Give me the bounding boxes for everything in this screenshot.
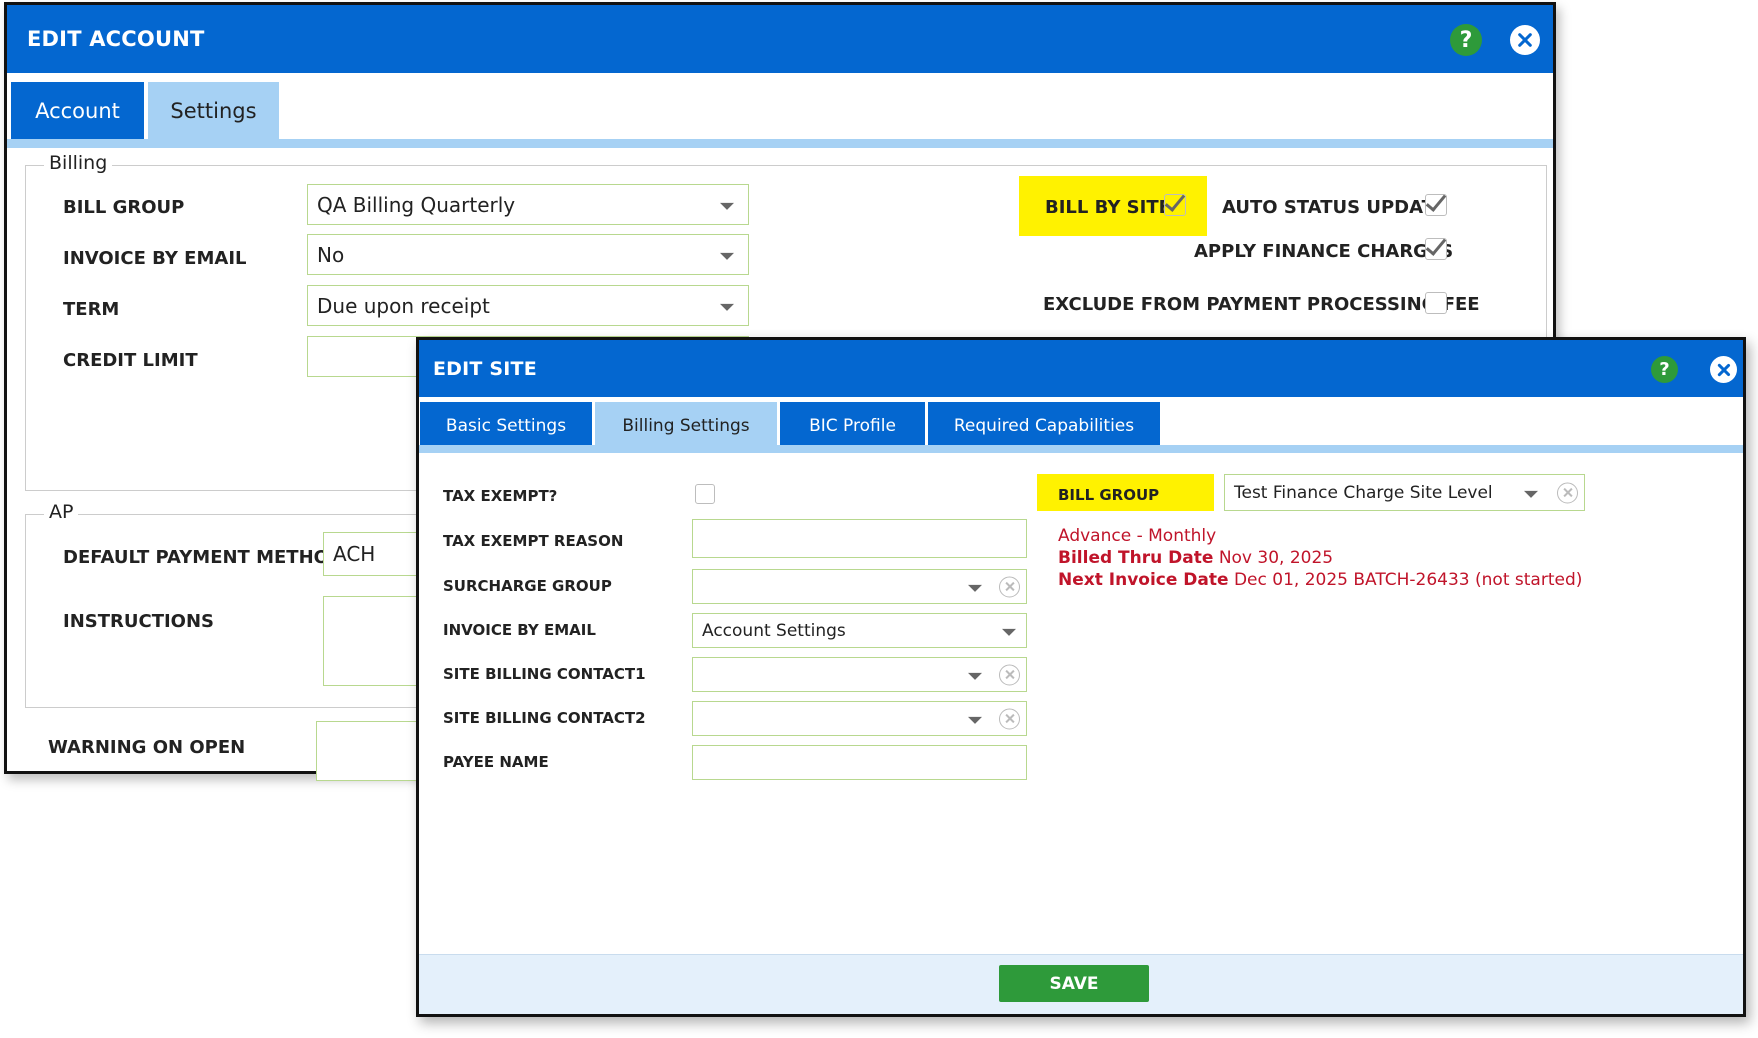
chevron-down-icon[interactable] xyxy=(968,672,982,680)
invoice-by-email-label: INVOICE BY EMAIL xyxy=(63,248,247,269)
checkmark-icon xyxy=(1425,234,1447,256)
tax-exempt-label: TAX EXEMPT? xyxy=(443,487,558,505)
chevron-down-icon[interactable] xyxy=(968,716,982,724)
next-invoice-line: Next Invoice Date Dec 01, 2025 BATCH-264… xyxy=(1058,570,1582,590)
invoice-by-email-select[interactable]: Account Settings xyxy=(692,613,1027,648)
payee-name-input[interactable] xyxy=(692,745,1027,780)
warning-on-open-label: WARNING ON OPEN xyxy=(48,737,246,758)
close-icon[interactable] xyxy=(1510,25,1540,55)
tab-required-capabilities-label: Required Capabilities xyxy=(953,416,1135,436)
edit-site-footer: SAVE xyxy=(419,954,1743,1014)
chevron-down-icon[interactable] xyxy=(720,303,734,311)
clear-icon[interactable] xyxy=(1557,482,1578,503)
invoice-by-email-label: INVOICE BY EMAIL xyxy=(443,621,596,639)
tab-account-label: Account xyxy=(35,98,120,123)
site-billing-contact1-label: SITE BILLING CONTACT1 xyxy=(443,665,646,683)
help-symbol: ? xyxy=(1659,359,1670,380)
auto-status-update-label: AUTO STATUS UPDATE xyxy=(1222,197,1447,218)
tab-basic-settings[interactable]: Basic Settings xyxy=(420,402,592,450)
ap-legend: AP xyxy=(44,501,79,523)
chevron-down-icon[interactable] xyxy=(1524,490,1538,498)
bill-by-site-checkbox[interactable] xyxy=(1164,190,1186,216)
tab-settings[interactable]: Settings xyxy=(148,82,279,139)
chevron-down-icon[interactable] xyxy=(720,252,734,260)
site-bill-group-select[interactable]: Test Finance Charge Site Level xyxy=(1224,474,1585,511)
tab-bic-profile-label: BIC Profile xyxy=(809,416,896,436)
billed-thru-value: Nov 30, 2025 xyxy=(1218,548,1334,568)
tax-exempt-reason-input[interactable] xyxy=(692,519,1027,558)
default-payment-method-value: ACH xyxy=(333,542,376,566)
chevron-down-icon[interactable] xyxy=(720,202,734,210)
invoice-by-email-value: No xyxy=(317,242,345,267)
clear-icon[interactable] xyxy=(999,708,1020,729)
tab-account[interactable]: Account xyxy=(11,82,144,139)
instructions-label: INSTRUCTIONS xyxy=(63,611,214,632)
checkmark-icon xyxy=(1164,190,1186,212)
surcharge-group-select[interactable] xyxy=(692,569,1027,604)
tax-exempt-checkbox[interactable] xyxy=(695,484,715,504)
edit-site-title: EDIT SITE xyxy=(433,357,537,380)
billing-legend: Billing xyxy=(44,152,113,174)
term-label: TERM xyxy=(63,299,120,320)
edit-account-title: EDIT ACCOUNT xyxy=(27,27,205,51)
bill-group-select[interactable]: QA Billing Quarterly xyxy=(307,184,749,225)
invoice-by-email-value: Account Settings xyxy=(702,620,846,641)
save-button[interactable]: SAVE xyxy=(999,965,1149,1002)
billing-cycle-text: Advance - Monthly xyxy=(1058,526,1217,546)
site-bill-group-label: BILL GROUP xyxy=(1058,486,1160,504)
edit-site-tabs: Basic Settings Billing Settings BIC Prof… xyxy=(419,397,1743,450)
auto-status-update-checkbox[interactable] xyxy=(1425,190,1447,216)
tax-exempt-reason-label: TAX EXEMPT REASON xyxy=(443,532,624,550)
bill-by-site-label: BILL BY SITE xyxy=(1045,197,1171,218)
invoice-by-email-select[interactable]: No xyxy=(307,234,749,275)
exclude-fee-label: EXCLUDE FROM PAYMENT PROCESSING FEE xyxy=(1043,294,1480,315)
tab-underline-strip xyxy=(419,445,1743,453)
tab-required-capabilities[interactable]: Required Capabilities xyxy=(928,402,1160,450)
clear-icon[interactable] xyxy=(999,576,1020,597)
billed-thru-label: Billed Thru Date xyxy=(1058,548,1214,568)
surcharge-group-label: SURCHARGE GROUP xyxy=(443,577,612,595)
default-payment-method-label: DEFAULT PAYMENT METHOD xyxy=(63,547,344,568)
payee-name-label: PAYEE NAME xyxy=(443,753,549,771)
apply-finance-charges-checkbox[interactable] xyxy=(1425,234,1447,260)
term-value: Due upon receipt xyxy=(317,293,490,318)
exclude-fee-checkbox[interactable] xyxy=(1425,292,1447,314)
close-icon[interactable] xyxy=(1710,356,1737,383)
clear-icon[interactable] xyxy=(999,664,1020,685)
edit-site-dialog: EDIT SITE ? Basic Settings Billing Setti… xyxy=(416,337,1746,1017)
bill-group-value: QA Billing Quarterly xyxy=(317,192,516,217)
tab-bic-profile[interactable]: BIC Profile xyxy=(780,402,925,450)
site-bill-group-value: Test Finance Charge Site Level xyxy=(1234,482,1493,503)
chevron-down-icon[interactable] xyxy=(1002,628,1016,636)
credit-limit-label: CREDIT LIMIT xyxy=(63,350,198,371)
bill-group-label: BILL GROUP xyxy=(63,197,185,218)
site-billing-contact2-select[interactable] xyxy=(692,701,1027,736)
next-invoice-label: Next Invoice Date xyxy=(1058,570,1229,590)
edit-account-titlebar: EDIT ACCOUNT ? xyxy=(7,5,1553,73)
tab-settings-label: Settings xyxy=(170,98,257,123)
tab-billing-settings-label: Billing Settings xyxy=(622,416,750,436)
site-billing-contact1-select[interactable] xyxy=(692,657,1027,692)
billed-thru-line: Billed Thru Date Nov 30, 2025 xyxy=(1058,548,1333,568)
help-icon[interactable]: ? xyxy=(1651,356,1678,383)
edit-site-titlebar: EDIT SITE ? xyxy=(419,340,1743,397)
help-icon[interactable]: ? xyxy=(1450,24,1482,56)
site-billing-contact2-label: SITE BILLING CONTACT2 xyxy=(443,709,646,727)
next-invoice-value: Dec 01, 2025 BATCH-26433 (not started) xyxy=(1233,570,1583,590)
apply-finance-charges-label: APPLY FINANCE CHARGES xyxy=(1194,241,1454,262)
help-symbol: ? xyxy=(1459,27,1473,53)
edit-account-tabs: Account Settings xyxy=(7,73,1553,139)
term-select[interactable]: Due upon receipt xyxy=(307,285,749,326)
tab-basic-settings-label: Basic Settings xyxy=(445,416,567,436)
tab-billing-settings[interactable]: Billing Settings xyxy=(595,402,777,450)
chevron-down-icon[interactable] xyxy=(968,584,982,592)
tab-underline-strip xyxy=(7,139,1553,148)
checkmark-icon xyxy=(1425,190,1447,212)
